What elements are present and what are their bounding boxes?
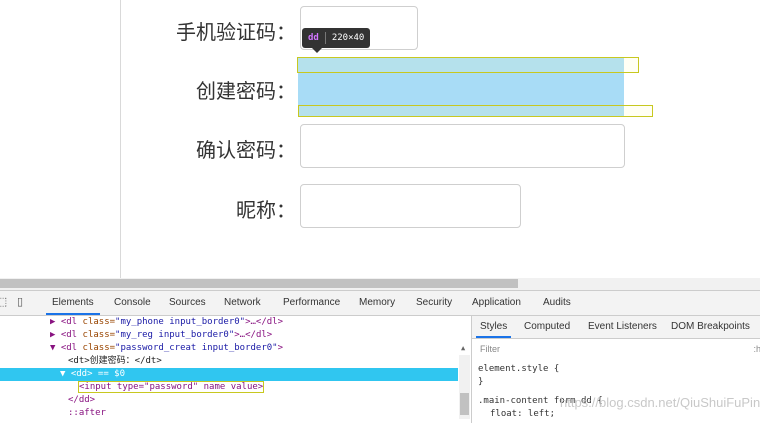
dom-node-text: </dd> (68, 395, 96, 405)
tab-performance[interactable]: Performance (283, 291, 340, 315)
dom-node-input[interactable]: <input type="password" name value> (0, 381, 458, 394)
dom-node-text: <input type="password" name value> (78, 381, 265, 393)
dom-node-suffix: > (277, 343, 284, 353)
dom-node-text: ::after (68, 408, 106, 418)
dom-node-value: "my_phone input_border0" (115, 317, 246, 327)
styles-tab-bar: Styles Computed Event Listeners DOM Brea… (472, 316, 760, 339)
style-rule-line: element.style { (478, 364, 560, 374)
tab-memory[interactable]: Memory (359, 291, 395, 315)
dom-node-dt[interactable]: <dt>创建密码：</dt> (0, 355, 458, 368)
tab-application[interactable]: Application (472, 291, 521, 315)
devtools-tab-bar: ⬚ ▯ Elements Console Sources Network Per… (0, 291, 760, 316)
tab-dom-breakpoints[interactable]: DOM Breakpoints (671, 316, 750, 338)
elements-vertical-scrollbar-thumb[interactable] (460, 393, 469, 415)
dom-node-attr: class= (77, 343, 116, 353)
dom-node-tag: dl (66, 343, 78, 353)
tab-styles[interactable]: Styles (476, 316, 512, 338)
dom-node-tag: dl (66, 317, 78, 327)
tab-computed[interactable]: Computed (524, 316, 570, 338)
tab-event-listeners[interactable]: Event Listeners (588, 316, 657, 338)
nickname-input[interactable] (300, 184, 521, 228)
tab-security[interactable]: Security (416, 291, 452, 315)
margin-overlay-top (297, 57, 639, 73)
dom-node-suffix: >…</dl> (245, 317, 284, 327)
tab-audits[interactable]: Audits (543, 291, 571, 315)
dom-node-my-phone[interactable]: ▶ <dl class="my_phone input_border0">…</… (0, 316, 458, 329)
element-inspect-tooltip: dd 220×40 (302, 28, 371, 53)
styles-filter-input[interactable]: Filter (480, 344, 500, 354)
style-rule-line: } (478, 377, 484, 387)
dom-node-my-reg[interactable]: ▶ <dl class="my_reg input_border0">…</dl… (0, 329, 458, 342)
dom-node-prefix: ▶ < (50, 317, 67, 327)
watermark: https://blog.csdn.net/QiuShuiFuPing (560, 395, 760, 410)
elements-tree: ▶ <dl class="my_phone input_border0">…</… (0, 316, 470, 423)
dom-node-suffix: >…</dl> (234, 330, 273, 340)
dom-node-attr: class= (77, 330, 116, 340)
dom-node-attr: class= (77, 317, 116, 327)
dom-node-password-creat[interactable]: ▼ <dl class="password_creat input_border… (0, 342, 458, 355)
tooltip-tag: dd (308, 33, 319, 43)
style-rule-line: float: left; (490, 409, 556, 419)
nickname-label: 昵称： (236, 198, 296, 222)
confirm-password-label: 确认密码： (196, 138, 296, 162)
device-toolbar-icon[interactable]: ▯ (14, 296, 26, 308)
dom-node-text: <dt>创建密码：</dt> (68, 356, 162, 366)
margin-overlay-bottom (298, 105, 653, 117)
web-page: 手机验证码： 创建密码： dd 220×40 确认密码： 昵称： (0, 0, 760, 278)
dom-node-value: "password_creat input_border0" (115, 343, 278, 353)
dom-node-tag: dl (66, 330, 78, 340)
inspect-element-icon[interactable]: ⬚ (0, 296, 8, 308)
tab-sources[interactable]: Sources (169, 291, 206, 315)
dom-node-after[interactable]: ::after (0, 407, 458, 420)
content-divider (120, 0, 121, 278)
phone-code-label: 手机验证码： (176, 20, 296, 44)
dom-node-dd-close[interactable]: </dd> (0, 394, 458, 407)
tab-elements[interactable]: Elements (46, 291, 100, 315)
dom-node-dd-selected[interactable]: ▼ <dd> == $0 (0, 368, 458, 381)
horizontal-scrollbar-thumb[interactable] (0, 279, 518, 288)
tab-console[interactable]: Console (114, 291, 151, 315)
tab-network[interactable]: Network (224, 291, 261, 315)
dom-node-prefix: ▼ < (50, 343, 67, 353)
dom-node-text: ▼ <dd> == $0 (60, 369, 126, 379)
dom-node-prefix: ▶ < (50, 330, 67, 340)
confirm-password-input[interactable] (300, 124, 625, 168)
scroll-up-arrow-icon[interactable]: ▲ (461, 344, 465, 352)
dom-node-value: "my_reg input_border0" (115, 330, 235, 340)
hover-state-toggle[interactable]: :h (753, 344, 760, 354)
tooltip-dimensions: 220×40 (331, 33, 365, 43)
create-password-label: 创建密码： (196, 79, 296, 103)
tooltip-separator (324, 32, 326, 44)
